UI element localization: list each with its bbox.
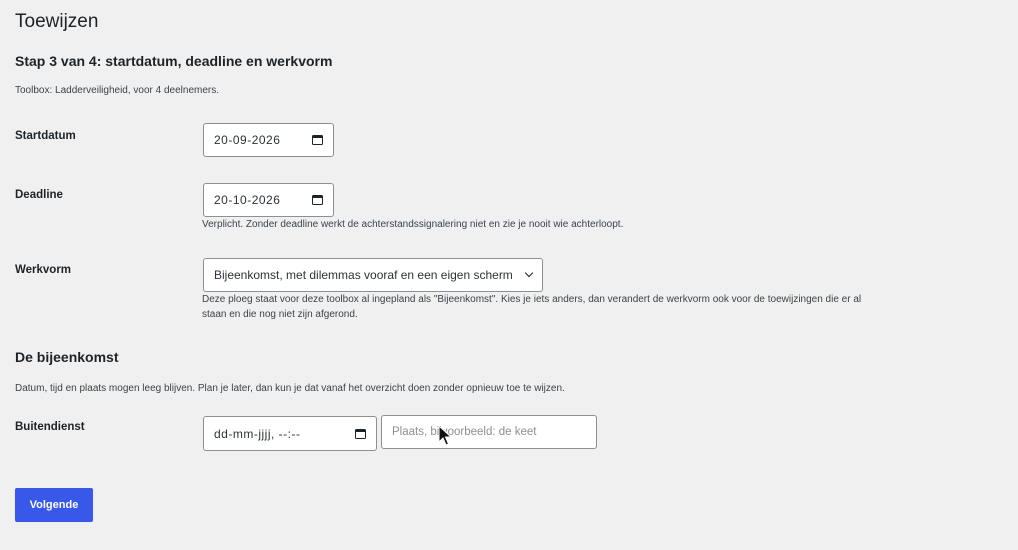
startdatum-label: Startdatum — [15, 130, 76, 142]
page-title: Toewijzen — [15, 11, 99, 32]
startdatum-value: 20-09-2026 — [214, 133, 281, 147]
deadline-value: 20-10-2026 — [214, 193, 281, 207]
chevron-down-icon — [524, 268, 534, 278]
toolbox-intro: Toolbox: Ladderveiligheid, voor 4 deelne… — [15, 85, 220, 96]
calendar-icon[interactable] — [355, 428, 366, 439]
bijeenkomst-intro: Datum, tijd en plaats mogen leeg blijven… — [15, 383, 565, 394]
werkvorm-select[interactable]: Bijeenkomst, met dilemmas vooraf en een … — [203, 258, 543, 292]
werkvorm-help-line2: staan en die nog niet zijn afgerond. — [202, 309, 358, 320]
buitendienst-place-input[interactable]: Plaats, bijvoorbeeld: de keet — [381, 415, 597, 449]
calendar-icon[interactable] — [312, 195, 323, 205]
deadline-input[interactable]: 20-10-2026 — [203, 183, 334, 217]
mouse-pointer-icon — [438, 425, 452, 446]
deadline-label: Deadline — [15, 189, 63, 201]
bijeenkomst-title: De bijeenkomst — [15, 349, 119, 365]
datetime-placeholder: dd-mm-jjjj, --:-- — [214, 426, 301, 441]
werkvorm-selected: Bijeenkomst, met dilemmas vooraf en een … — [214, 268, 513, 282]
buitendienst-label: Buitendienst — [15, 421, 85, 433]
startdatum-input[interactable]: 20-09-2026 — [203, 123, 334, 157]
place-placeholder: Plaats, bijvoorbeeld: de keet — [392, 426, 537, 438]
werkvorm-help-line1: Deze ploeg staat voor deze toolbox al in… — [202, 294, 862, 305]
deadline-help: Verplicht. Zonder deadline werkt de acht… — [202, 219, 624, 230]
next-button[interactable]: Volgende — [15, 488, 93, 522]
buitendienst-datetime-input[interactable]: dd-mm-jjjj, --:-- — [203, 416, 377, 451]
calendar-icon[interactable] — [312, 135, 323, 145]
werkvorm-label: Werkvorm — [15, 264, 72, 276]
step-title: Stap 3 van 4: startdatum, deadline en we… — [15, 53, 333, 69]
